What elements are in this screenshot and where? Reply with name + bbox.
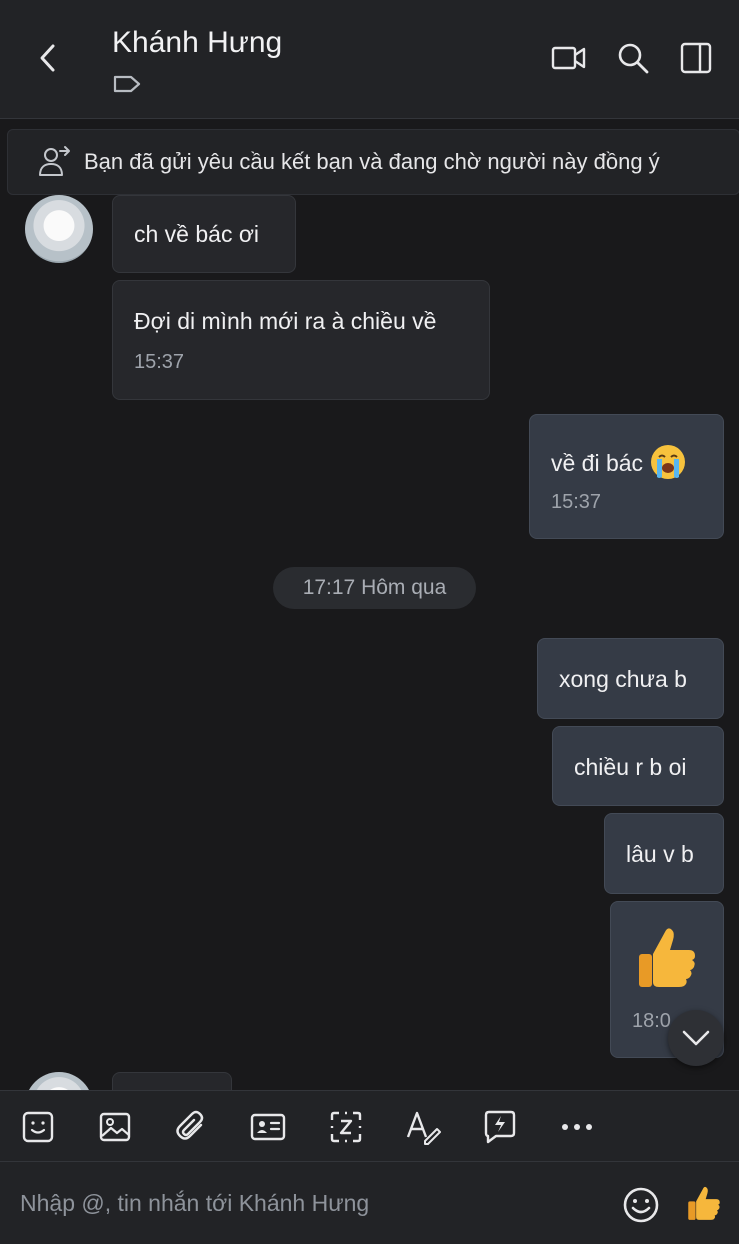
emoji-picker-button[interactable]	[622, 1186, 660, 1229]
send-like-button[interactable]	[686, 1184, 722, 1227]
sticker-button[interactable]	[20, 1109, 56, 1145]
notice-text: Bạn đã gửi yêu cầu kết bạn và đang chờ n…	[84, 149, 660, 174]
smile-icon	[623, 1187, 659, 1223]
person-add-icon	[38, 145, 72, 179]
text-format-button[interactable]	[405, 1109, 441, 1145]
message-bubble[interactable]: lâu v b	[604, 813, 724, 894]
more-icon	[562, 1124, 592, 1130]
message-text: xong chưa b	[559, 666, 687, 692]
video-call-icon	[551, 46, 586, 70]
thumbs-up-emoji-icon	[635, 924, 699, 996]
chevron-down-icon	[682, 1030, 710, 1046]
screenshot-button[interactable]	[328, 1109, 364, 1145]
side-panel-icon	[680, 42, 712, 74]
thumbs-up-icon	[688, 1186, 720, 1220]
text-format-icon	[406, 1111, 441, 1145]
message-bubble[interactable]: Đợi di mình mới ra à chiều về 15:37	[112, 280, 490, 400]
date-separator: 17:17 Hôm qua	[273, 567, 476, 609]
side-panel-button[interactable]	[678, 40, 714, 76]
search-icon	[618, 43, 649, 74]
message-text: về đi bác	[551, 443, 687, 487]
quick-message-icon	[484, 1110, 516, 1144]
message-text: chiều r b oi	[574, 754, 687, 780]
screenshot-icon	[330, 1111, 362, 1143]
sticker-icon	[22, 1111, 54, 1143]
image-icon	[99, 1112, 131, 1142]
attachment-button[interactable]	[173, 1109, 209, 1145]
back-icon	[40, 44, 55, 72]
contact-card-button[interactable]	[250, 1109, 286, 1145]
search-button[interactable]	[615, 40, 651, 76]
message-composer[interactable]: Nhập @, tin nhắn tới Khánh Hưng	[0, 1162, 739, 1244]
contact-avatar[interactable]	[25, 195, 93, 263]
message-text: ch về bác ơi	[134, 221, 260, 247]
message-bubble[interactable]: xong chưa b	[537, 638, 724, 719]
friend-request-notice: Bạn đã gửi yêu cầu kết bạn và đang chờ n…	[7, 129, 739, 195]
chat-header: Khánh Hưng	[0, 0, 739, 119]
image-button[interactable]	[97, 1109, 133, 1145]
quick-message-button[interactable]	[482, 1109, 518, 1145]
message-text: Đợi di mình mới ra à chiều về	[134, 308, 437, 334]
video-call-button[interactable]	[551, 40, 587, 76]
tag-icon[interactable]	[112, 72, 142, 101]
message-time: 18:0	[632, 1010, 671, 1032]
message-text: lâu v b	[626, 841, 694, 867]
attachment-icon	[176, 1110, 204, 1140]
message-input[interactable]: Nhập @, tin nhắn tới Khánh Hưng	[20, 1190, 369, 1217]
composer-toolbar	[0, 1090, 739, 1162]
message-bubble[interactable]: về đi bác 15:37	[529, 414, 724, 539]
message-time: 15:37	[551, 491, 602, 513]
crying-face-emoji-icon	[649, 443, 687, 487]
more-button[interactable]	[559, 1109, 595, 1145]
message-bubble[interactable]: ch về bác ơi	[112, 195, 296, 273]
message-time: 15:37	[134, 351, 185, 373]
message-text-content: về đi bác	[551, 450, 644, 477]
contact-card-icon	[250, 1113, 286, 1141]
scroll-to-bottom-button[interactable]	[668, 1010, 724, 1066]
conversation-title[interactable]: Khánh Hưng	[112, 26, 282, 60]
message-bubble[interactable]: chiều r b oi	[552, 726, 724, 806]
back-button[interactable]	[28, 38, 68, 78]
